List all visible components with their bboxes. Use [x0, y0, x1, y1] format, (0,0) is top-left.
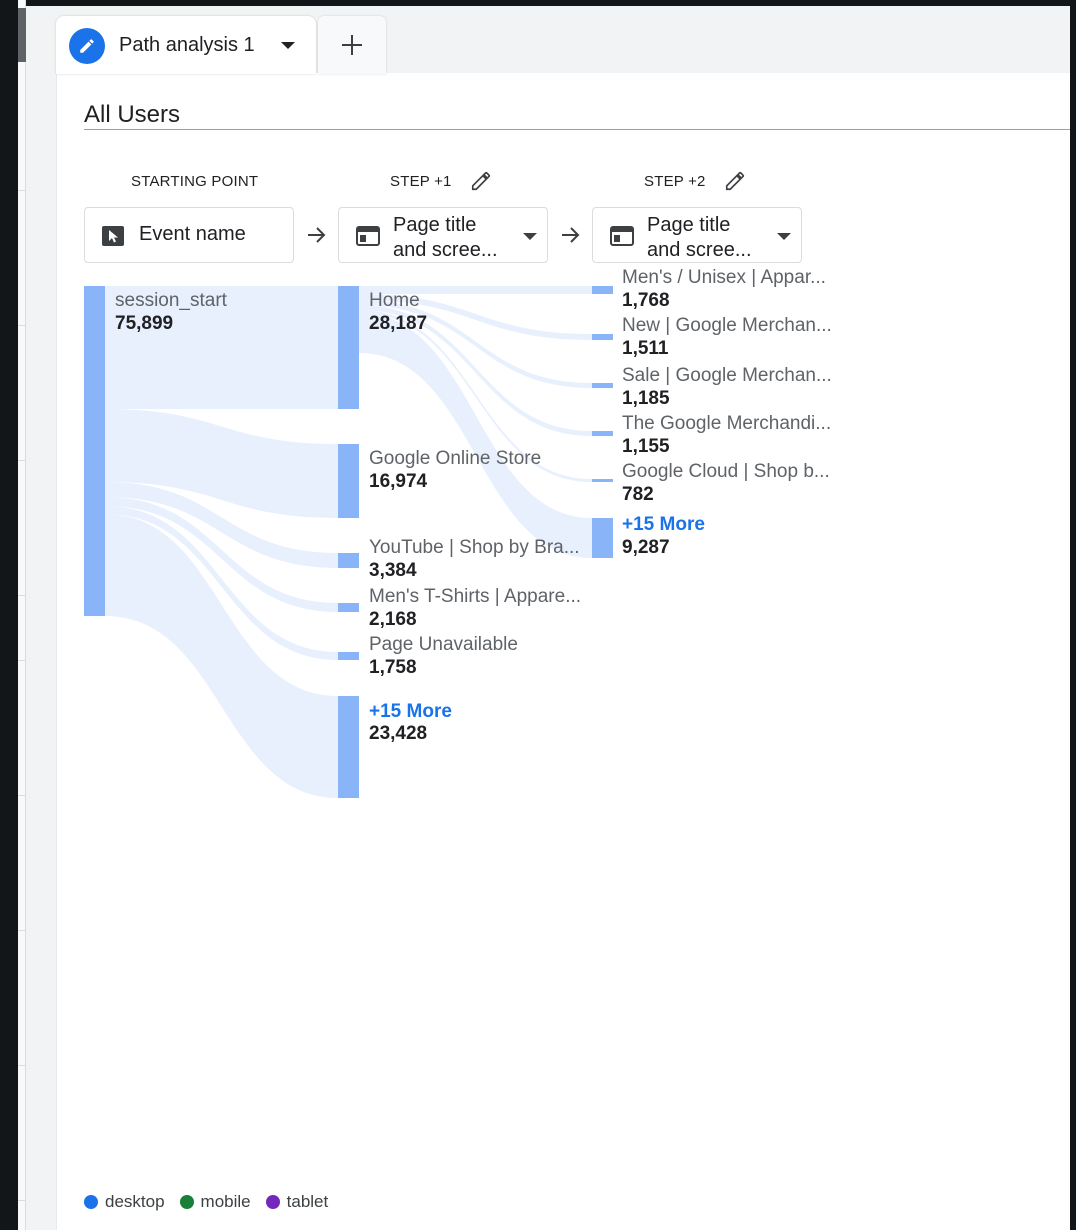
node-value: 3,384 [369, 560, 417, 581]
node-value: 28,187 [369, 313, 428, 334]
node-label[interactable]: Men's / Unisex | Appar... [622, 267, 826, 289]
node-bar-youtube[interactable] [338, 553, 359, 568]
node-value: 16,974 [369, 471, 428, 492]
more-link[interactable]: +15 More [369, 701, 452, 723]
node-bar-home[interactable] [338, 286, 359, 409]
legend-item-mobile[interactable]: mobile [179, 1192, 251, 1212]
node-bar-google-cloud[interactable] [592, 479, 613, 482]
more-link[interactable]: +15 More [622, 514, 705, 536]
node-bar-page-unavailable[interactable] [338, 652, 359, 660]
node-value: 9,287 [622, 537, 670, 558]
node-bar-step1-more[interactable] [338, 696, 359, 798]
node-bar-google-online-store[interactable] [338, 444, 359, 518]
node-value: 1,155 [622, 436, 670, 457]
legend-label: tablet [286, 1192, 329, 1211]
node-value: 782 [622, 484, 654, 505]
node-label[interactable]: YouTube | Shop by Bra... [369, 537, 580, 559]
legend-dot [265, 1195, 280, 1209]
node-label[interactable]: Page Unavailable [369, 634, 518, 656]
node-bar-session-start[interactable] [84, 286, 105, 616]
legend-dot [84, 1195, 98, 1209]
node-label[interactable]: Home [369, 290, 420, 312]
node-label[interactable]: Google Online Store [369, 448, 541, 470]
node-bar-google-merchandise[interactable] [592, 431, 613, 436]
node-value: 1,511 [622, 338, 669, 359]
node-value: 1,185 [622, 388, 670, 409]
legend-item-tablet[interactable]: tablet [265, 1192, 329, 1212]
node-label[interactable]: New | Google Merchan... [622, 315, 832, 337]
legend-item-desktop[interactable]: desktop [84, 1192, 165, 1212]
node-value: 1,758 [369, 657, 417, 678]
node-bar-mens-tshirts[interactable] [338, 603, 359, 612]
node-bar-step2-more[interactable] [592, 518, 613, 558]
flow-link [359, 313, 592, 558]
node-bar-mens-unisex[interactable] [592, 286, 613, 294]
legend-label: desktop [105, 1192, 165, 1211]
legend: desktop mobile tablet [84, 1192, 343, 1212]
legend-dot [179, 1195, 194, 1209]
node-label[interactable]: Google Cloud | Shop b... [622, 461, 830, 483]
path-flows [84, 286, 613, 798]
node-bar-sale[interactable] [592, 383, 613, 388]
node-value: 1,768 [622, 290, 670, 311]
node-label[interactable]: Men's T-Shirts | Appare... [369, 586, 581, 608]
node-value: 23,428 [369, 723, 428, 744]
node-value: 75,899 [115, 313, 174, 334]
node-label[interactable]: Sale | Google Merchan... [622, 365, 832, 387]
window-edge [1070, 0, 1076, 1230]
node-label[interactable]: session_start [115, 290, 227, 312]
legend-label: mobile [200, 1192, 251, 1211]
node-value: 2,168 [369, 609, 417, 630]
node-label[interactable]: The Google Merchandi... [622, 413, 831, 435]
node-bar-new[interactable] [592, 334, 613, 340]
